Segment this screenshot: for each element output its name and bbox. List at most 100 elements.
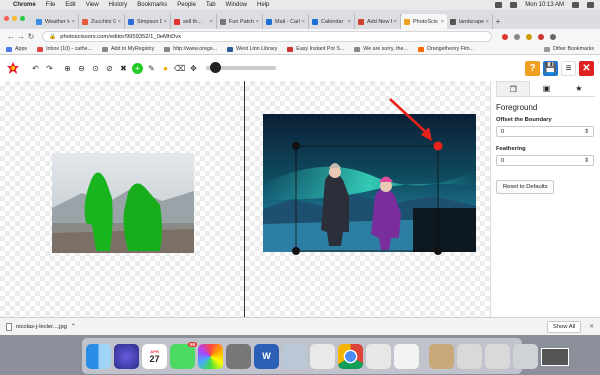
foreground-marker-icon[interactable]: + — [132, 62, 143, 74]
profile-avatar[interactable] — [538, 33, 544, 40]
redo-icon[interactable]: ↷ — [44, 63, 55, 74]
clear-icon[interactable]: ✖ — [118, 63, 129, 74]
eraser-icon[interactable]: ✎ — [146, 63, 157, 74]
help-button[interactable]: ? — [525, 61, 540, 76]
slider-knob[interactable] — [209, 62, 221, 73]
extension-icon[interactable] — [526, 33, 532, 40]
back-icon[interactable]: ← — [6, 32, 16, 41]
reset-defaults-button[interactable]: Reset to Defaults — [496, 180, 555, 194]
browser-tab[interactable]: sell th... × — [171, 14, 217, 29]
close-tab-icon[interactable]: × — [441, 19, 444, 25]
menu-window[interactable]: Window — [226, 2, 247, 8]
bookmark-item[interactable]: http://www.orego... — [164, 46, 217, 52]
new-tab-button[interactable]: + — [493, 17, 503, 26]
more-icon[interactable] — [550, 33, 556, 40]
reload-icon[interactable]: ↻ — [26, 32, 36, 41]
menu-history[interactable]: History — [109, 2, 128, 8]
menu-button[interactable]: ≡ — [561, 61, 576, 76]
browser-tab[interactable]: Calendar × — [309, 14, 355, 29]
browser-tab[interactable]: Fun Patchw× — [217, 14, 263, 29]
menu-app-name[interactable]: Chrome — [13, 2, 36, 8]
microsoft-office-icon[interactable] — [366, 343, 391, 369]
close-icon[interactable]: ✕ — [589, 324, 594, 330]
close-tab-icon[interactable]: × — [348, 19, 351, 25]
wifi-icon[interactable] — [495, 2, 503, 8]
menu-file[interactable]: File — [46, 2, 56, 8]
photoscissors-logo-icon[interactable] — [6, 61, 20, 75]
menu-bookmarks[interactable]: Bookmarks — [137, 2, 167, 8]
trash-icon[interactable] — [513, 343, 538, 369]
browser-tab[interactable]: Add New P × — [355, 14, 401, 29]
close-editor-button[interactable]: ✕ — [579, 61, 594, 76]
close-tab-icon[interactable]: × — [210, 19, 213, 25]
bookmark-item[interactable]: Inbox (10) - cathe... — [37, 46, 92, 52]
documents-stack-icon[interactable] — [485, 343, 510, 369]
bookmark-item[interactable]: Easy Instant Pot S... — [287, 46, 344, 52]
background-marker-icon[interactable]: ● — [160, 63, 171, 74]
source-image[interactable] — [52, 153, 194, 253]
close-tab-icon[interactable]: × — [72, 19, 75, 25]
browser-tab[interactable]: Zucchini G × — [79, 14, 125, 29]
rss-icon[interactable] — [310, 343, 335, 369]
browser-tab[interactable]: Weather Ha× — [33, 14, 79, 29]
preview-icon[interactable] — [282, 343, 307, 369]
save-button[interactable]: 💾 — [543, 61, 558, 76]
close-window-icon[interactable] — [4, 16, 9, 21]
desktop-thumbnail[interactable] — [541, 348, 569, 366]
downloads-stack-icon[interactable] — [457, 343, 482, 369]
undo-icon[interactable]: ↶ — [30, 63, 41, 74]
menu-edit[interactable]: Edit — [65, 2, 75, 8]
browser-tab[interactable]: landscape × — [447, 14, 493, 29]
offset-select[interactable]: 0 ⇕ — [496, 126, 594, 137]
zoom-window-icon[interactable] — [20, 16, 25, 21]
brush-size-slider[interactable] — [206, 62, 276, 73]
browser-tab[interactable]: Mail - Carl × — [263, 14, 309, 29]
download-item[interactable]: nicolas-j-lecler....jpg ⌃ — [6, 322, 76, 331]
menu-list-icon[interactable] — [587, 2, 594, 8]
crop-handle[interactable] — [292, 142, 300, 150]
close-tab-icon[interactable]: × — [164, 19, 167, 25]
messages-icon[interactable]: 58 — [170, 341, 197, 369]
menu-tab[interactable]: Tab — [206, 2, 216, 8]
chrome-icon[interactable] — [338, 343, 363, 369]
siri-icon[interactable] — [114, 343, 139, 369]
zoom-fit-icon[interactable]: ⊙ — [90, 63, 101, 74]
zoom-out-icon[interactable]: ⊖ — [76, 63, 87, 74]
feather-select[interactable]: 0 ⇕ — [496, 155, 594, 166]
browser-tab[interactable]: Simpson D × — [125, 14, 171, 29]
zoom-in-icon[interactable]: ⊕ — [62, 63, 73, 74]
canvas-area[interactable] — [0, 81, 490, 317]
close-tab-icon[interactable]: × — [302, 19, 305, 25]
search-icon[interactable] — [572, 2, 579, 8]
move-icon[interactable]: ✥ — [188, 63, 199, 74]
crop-overlay[interactable] — [245, 81, 490, 317]
bookmark-item[interactable]: Apps — [6, 46, 27, 52]
bookmark-item[interactable]: Orangetheory Fitn... — [417, 46, 474, 52]
chevron-up-icon[interactable]: ⌃ — [71, 324, 76, 330]
bookmark-item[interactable]: Add to MyRegistry — [102, 46, 154, 52]
star-icon[interactable]: ★ — [563, 81, 595, 96]
calculator-icon[interactable] — [226, 343, 251, 369]
menu-help[interactable]: Help — [257, 2, 269, 8]
photos-icon[interactable] — [198, 343, 223, 369]
crop-handle-active[interactable] — [433, 141, 443, 151]
menu-view[interactable]: View — [86, 2, 99, 8]
close-tab-icon[interactable]: × — [394, 19, 397, 25]
other-bookmarks[interactable]: Other Bookmarks — [543, 46, 594, 52]
eraser-alt-icon[interactable]: ⌫ — [174, 63, 185, 74]
crop-handle[interactable] — [434, 247, 442, 255]
layers-icon[interactable]: ❐ — [496, 81, 531, 96]
extension-icon[interactable] — [514, 33, 520, 40]
close-tab-icon[interactable]: × — [256, 19, 259, 25]
word-icon[interactable]: W — [254, 343, 279, 369]
menu-people[interactable]: People — [177, 2, 196, 8]
close-tab-icon[interactable]: × — [118, 19, 121, 25]
close-tab-icon[interactable]: × — [486, 19, 489, 25]
app-store-icon[interactable] — [394, 343, 419, 369]
pinterest-icon[interactable] — [502, 33, 508, 40]
crop-handle[interactable] — [292, 247, 300, 255]
address-bar[interactable]: 🔒 photoscissors.com/editor/9959352/1_0eM… — [42, 31, 492, 42]
minimize-window-icon[interactable] — [12, 16, 17, 21]
battery-icon[interactable] — [510, 2, 518, 8]
background-icon[interactable]: ▣ — [530, 81, 562, 96]
